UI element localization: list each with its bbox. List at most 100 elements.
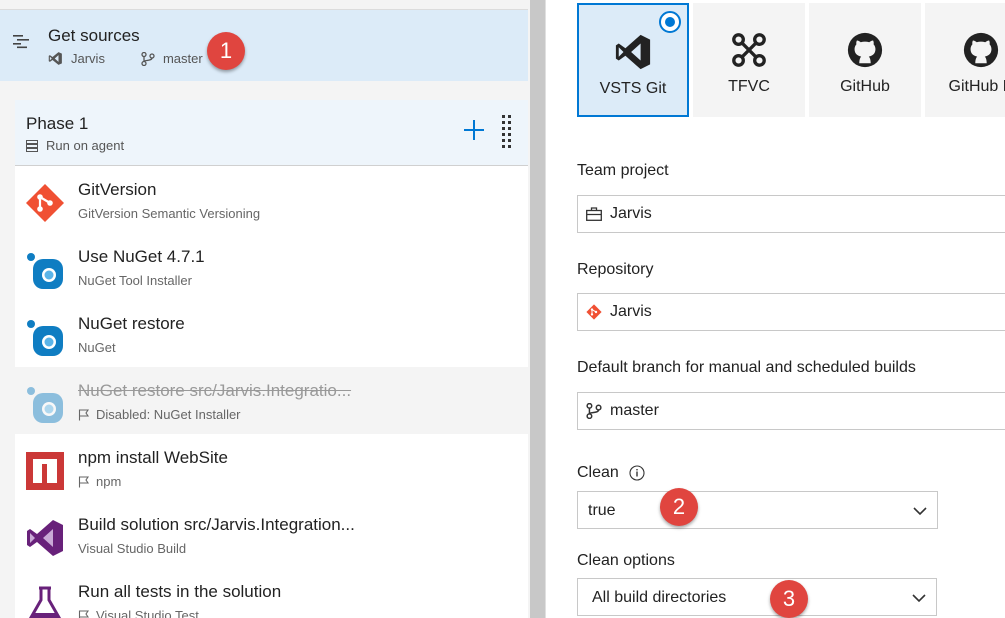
clean-dropdown[interactable]: true bbox=[577, 491, 938, 529]
visual-studio-icon bbox=[27, 520, 63, 556]
task-item[interactable]: Build solution src/Jarvis.Integration...… bbox=[15, 501, 528, 568]
task-item[interactable]: npm install WebSite npm bbox=[15, 434, 528, 501]
nuget-icon bbox=[27, 387, 63, 423]
team-project-field[interactable]: Jarvis bbox=[577, 195, 1005, 233]
task-item[interactable]: Use NuGet 4.7.1 NuGet Tool Installer bbox=[15, 233, 528, 300]
task-subtitle-text: Disabled: NuGet Installer bbox=[96, 407, 241, 422]
task-subtitle-text: NuGet bbox=[78, 340, 116, 355]
task-subtitle: NuGet bbox=[78, 340, 116, 355]
task-title: Build solution src/Jarvis.Integration... bbox=[78, 515, 355, 534]
get-sources-repo: Jarvis bbox=[71, 51, 105, 66]
phase-subtitle: Run on agent bbox=[26, 138, 124, 153]
npm-icon bbox=[26, 452, 64, 490]
clean-options-dropdown[interactable]: All build directories bbox=[577, 578, 937, 616]
task-list: GitVersion GitVersion Semantic Versionin… bbox=[15, 166, 528, 618]
default-branch-field[interactable]: master bbox=[577, 392, 1005, 430]
flask-icon bbox=[28, 586, 62, 618]
github-icon bbox=[847, 32, 883, 68]
phase-header[interactable]: Phase 1 Run on agent bbox=[15, 100, 528, 166]
tfvc-icon bbox=[732, 33, 766, 67]
get-sources-item[interactable]: Get sources Jarvis master 1 bbox=[0, 10, 528, 81]
nuget-icon bbox=[27, 253, 63, 289]
default-branch-label-text: Default branch for manual and scheduled … bbox=[577, 359, 916, 376]
clean-options-label-text: Clean options bbox=[577, 552, 675, 569]
task-title: NuGet restore bbox=[78, 314, 185, 333]
annotation-badge-1: 1 bbox=[207, 32, 245, 70]
selected-radio-icon bbox=[659, 11, 681, 33]
task-subtitle-text: NuGet Tool Installer bbox=[78, 273, 192, 288]
task-subtitle: NuGet Tool Installer bbox=[78, 273, 192, 288]
repository-field[interactable]: Jarvis bbox=[577, 293, 1005, 331]
default-branch-label: Default branch for manual and scheduled … bbox=[577, 359, 916, 377]
git-diamond-icon bbox=[26, 184, 64, 222]
add-task-icon[interactable] bbox=[462, 118, 486, 142]
task-subtitle: Visual Studio Test bbox=[78, 608, 199, 618]
default-branch-value: master bbox=[610, 402, 659, 419]
task-title: Use NuGet 4.7.1 bbox=[78, 247, 205, 266]
task-item[interactable]: GitVersion GitVersion Semantic Versionin… bbox=[15, 166, 528, 233]
clean-options-label: Clean options bbox=[577, 552, 675, 570]
phase-title: Phase 1 bbox=[26, 114, 89, 133]
source-settings-pane: VSTS Git TFVC GitHub GitHub E Team proje… bbox=[546, 0, 1005, 618]
repository-label-text: Repository bbox=[577, 261, 654, 278]
github-icon bbox=[963, 32, 999, 68]
clean-label-text: Clean bbox=[577, 464, 619, 481]
task-subtitle: GitVersion Semantic Versioning bbox=[78, 206, 260, 221]
chevron-down-icon bbox=[912, 594, 926, 603]
flag-icon bbox=[78, 475, 90, 487]
server-icon bbox=[26, 139, 38, 152]
git-diamond-icon bbox=[586, 304, 602, 320]
chevron-down-icon bbox=[913, 507, 927, 516]
task-subtitle-text: npm bbox=[96, 474, 122, 489]
branch-icon bbox=[586, 403, 602, 419]
source-tile-label: GitHub bbox=[840, 78, 890, 95]
task-subtitle: Visual Studio Build bbox=[78, 541, 186, 556]
source-tile-label: VSTS Git bbox=[599, 80, 667, 97]
task-subtitle-text: GitVersion Semantic Versioning bbox=[78, 206, 261, 221]
team-project-label-text: Team project bbox=[577, 162, 669, 179]
team-project-label: Team project bbox=[577, 162, 669, 180]
info-icon[interactable] bbox=[629, 465, 645, 481]
task-title: npm install WebSite bbox=[78, 448, 228, 467]
drag-handle-icon[interactable] bbox=[501, 114, 513, 148]
flag-icon bbox=[78, 609, 90, 618]
pane-splitter[interactable] bbox=[530, 0, 545, 618]
task-subtitle-text: Visual Studio Build bbox=[78, 541, 187, 556]
get-sources-branch: master bbox=[162, 51, 203, 66]
briefcase-icon bbox=[586, 207, 602, 221]
flag-icon bbox=[78, 408, 90, 420]
source-tile-vsts-git[interactable]: VSTS Git bbox=[577, 3, 689, 117]
task-item[interactable]: Run all tests in the solution Visual Stu… bbox=[15, 568, 528, 618]
source-tile-label: GitHub E bbox=[948, 78, 1005, 95]
task-list-pane: Get sources Jarvis master 1 Phase 1 Run … bbox=[0, 0, 530, 618]
source-tile-tfvc[interactable]: TFVC bbox=[693, 3, 805, 117]
task-subtitle-text: Visual Studio Test bbox=[96, 608, 199, 618]
branch-icon bbox=[141, 51, 155, 66]
nuget-icon bbox=[27, 320, 63, 356]
task-item-disabled[interactable]: NuGet restore src/Jarvis.Integratio... D… bbox=[15, 367, 528, 434]
task-title: GitVersion bbox=[78, 180, 157, 199]
get-sources-title: Get sources bbox=[48, 26, 140, 45]
vsts-icon bbox=[48, 52, 62, 65]
vsts-icon bbox=[615, 34, 651, 70]
clean-value: true bbox=[588, 502, 616, 519]
team-project-value: Jarvis bbox=[610, 205, 652, 222]
annotation-badge-2: 2 bbox=[660, 488, 698, 526]
clean-options-value: All build directories bbox=[592, 589, 727, 606]
source-tile-label: TFVC bbox=[728, 78, 770, 95]
task-title: Run all tests in the solution bbox=[78, 582, 282, 601]
clean-label: Clean bbox=[577, 464, 645, 482]
source-list-icon bbox=[13, 35, 29, 49]
left-pane-top-strip bbox=[0, 0, 528, 10]
source-tile-github[interactable]: GitHub bbox=[809, 3, 921, 117]
task-item[interactable]: NuGet restore NuGet bbox=[15, 300, 528, 367]
annotation-badge-3: 3 bbox=[770, 580, 808, 618]
task-title: NuGet restore src/Jarvis.Integratio... bbox=[78, 381, 352, 400]
get-sources-subtitle: Jarvis master bbox=[48, 51, 203, 66]
phase-subtitle-text: Run on agent bbox=[46, 138, 125, 153]
task-subtitle: npm bbox=[78, 474, 121, 489]
repository-value: Jarvis bbox=[610, 303, 652, 320]
task-subtitle: Disabled: NuGet Installer bbox=[78, 407, 241, 422]
source-tile-github-enterprise[interactable]: GitHub E bbox=[925, 3, 1005, 117]
repository-label: Repository bbox=[577, 261, 653, 279]
